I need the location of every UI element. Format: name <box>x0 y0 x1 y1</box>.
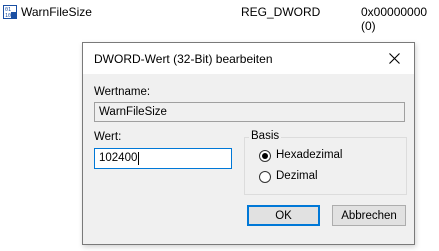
close-icon <box>388 53 400 64</box>
registry-value-type: REG_DWORD <box>241 5 321 19</box>
radio-hexadecimal-label[interactable]: Hexadezimal <box>276 149 342 161</box>
value-name-label: Wertname: <box>94 86 151 98</box>
svg-text:10: 10 <box>5 13 11 19</box>
radio-hexadecimal-indicator[interactable] <box>259 150 271 162</box>
ok-button-label: OK <box>275 209 292 222</box>
registry-value-data: 0x00000000 (0) <box>361 5 428 33</box>
dialog-title: DWORD-Wert (32-Bit) bearbeiten <box>94 52 273 66</box>
radio-decimal-label[interactable]: Dezimal <box>276 170 318 182</box>
registry-value-row[interactable]: 01 10 WarnFileSize REG_DWORD 0x00000000 … <box>0 0 439 33</box>
value-name-field: WarnFileSize <box>94 102 405 122</box>
cancel-button[interactable]: Abbrechen <box>332 205 406 226</box>
value-data-input[interactable]: 102400 <box>94 148 232 169</box>
dialog-titlebar[interactable]: DWORD-Wert (32-Bit) bearbeiten <box>83 43 414 74</box>
base-groupbox <box>244 137 407 195</box>
binary-value-icon: 01 10 <box>3 5 17 19</box>
ok-button[interactable]: OK <box>247 205 320 226</box>
edit-dword-dialog: DWORD-Wert (32-Bit) bearbeiten Wertname:… <box>82 42 415 245</box>
value-name-text: WarnFileSize <box>99 106 167 118</box>
base-label: Basis <box>249 130 282 142</box>
radio-decimal-indicator[interactable] <box>259 171 271 183</box>
registry-value-name: WarnFileSize <box>21 5 92 19</box>
cancel-button-label: Abbrechen <box>341 209 397 222</box>
value-data-label: Wert: <box>94 131 122 143</box>
text-cursor <box>138 152 140 165</box>
close-button[interactable] <box>374 43 414 74</box>
value-data-text: 102400 <box>99 152 138 164</box>
